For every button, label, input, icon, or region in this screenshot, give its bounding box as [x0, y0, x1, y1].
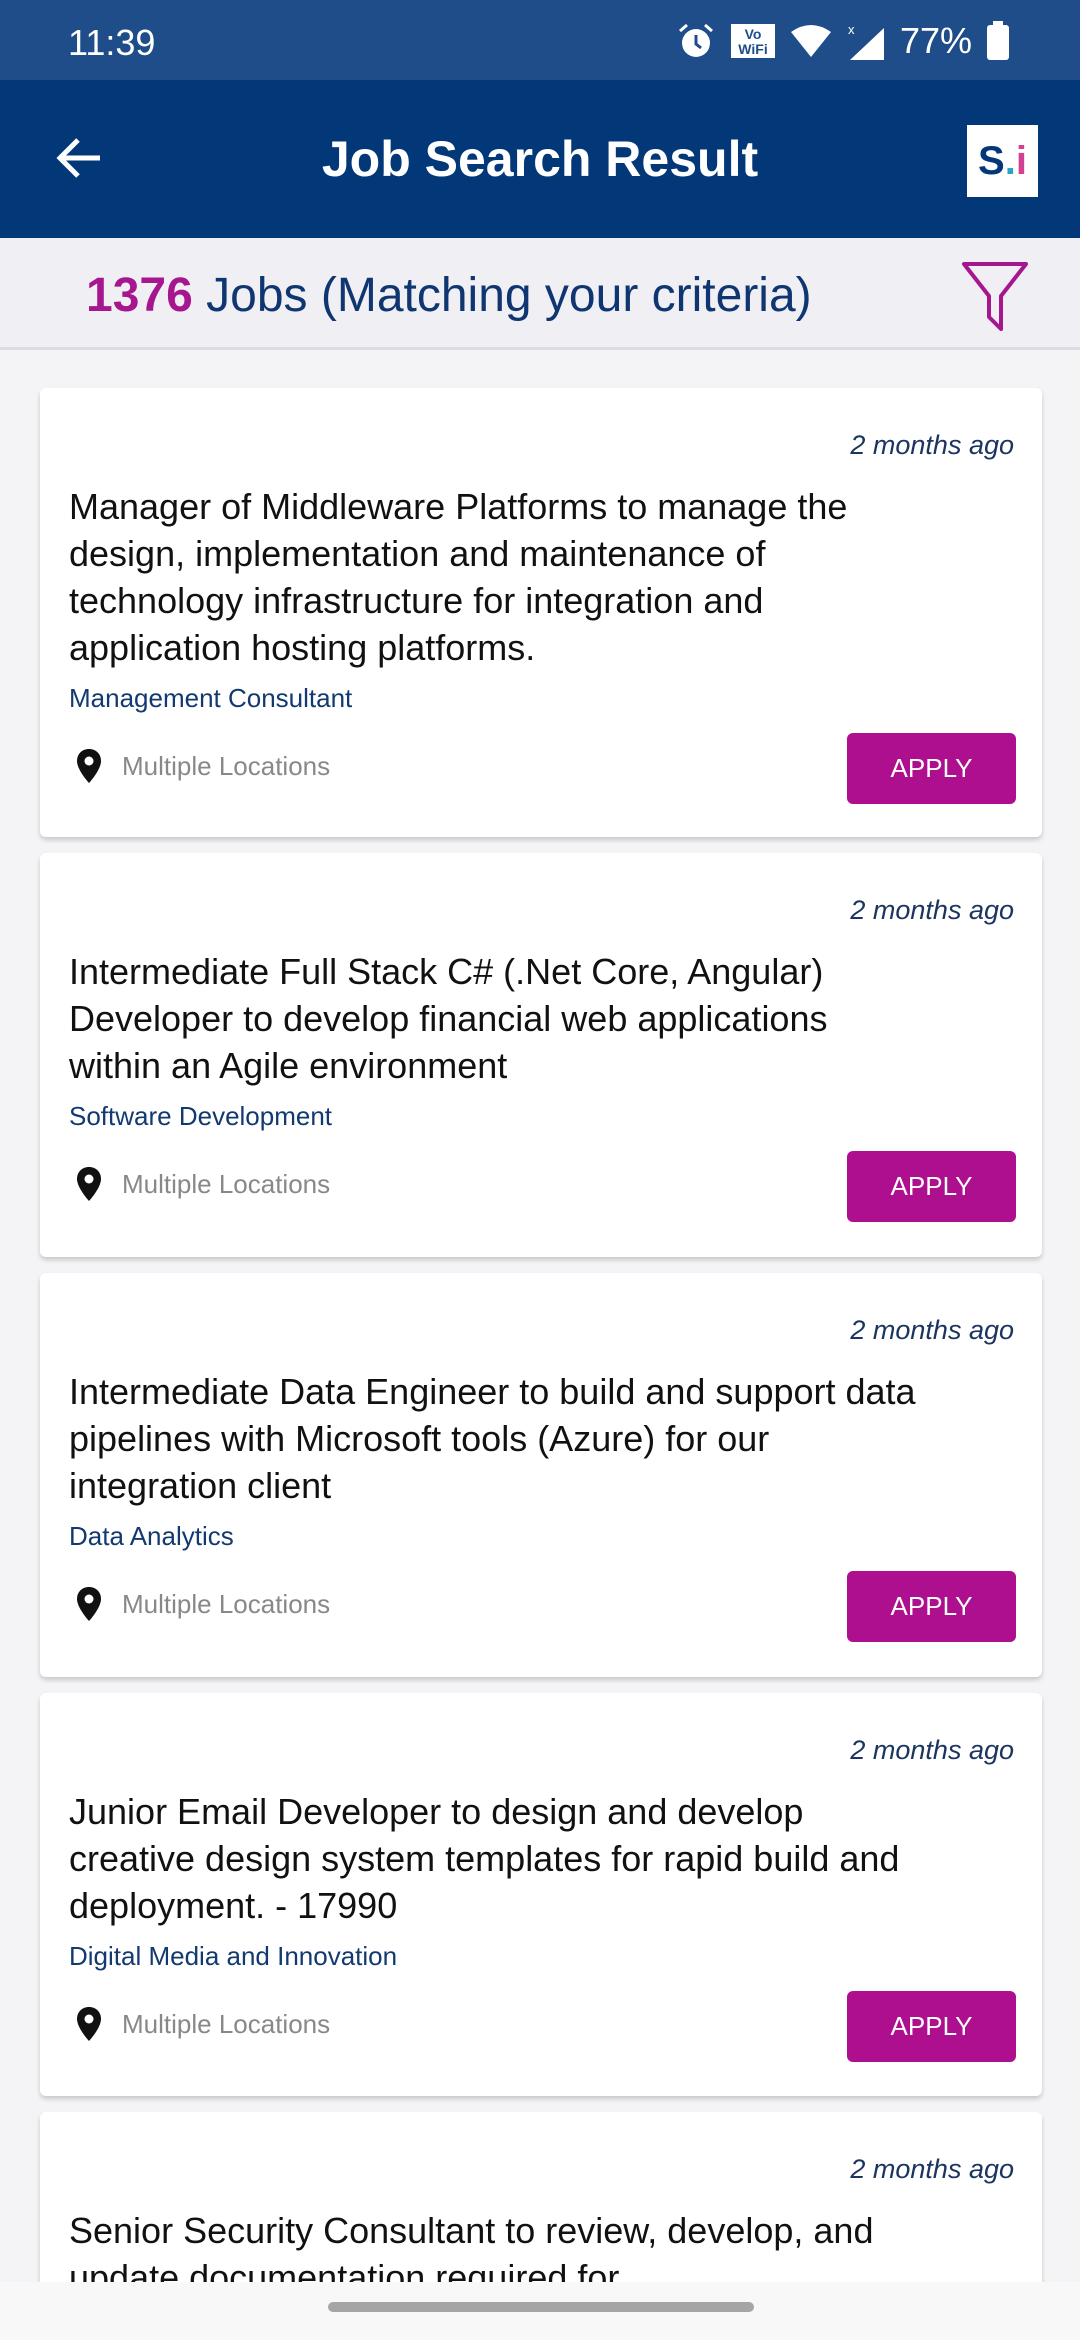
posted-time: 2 months ago: [850, 1735, 1014, 1765]
status-bar: 11:39 Vo WiFi x 77%: [0, 0, 1080, 80]
posted-time: 2 months ago: [850, 430, 1014, 460]
battery-percent: 77%: [899, 20, 972, 61]
job-title[interactable]: Junior Email Developer to design and dev…: [69, 1788, 929, 1929]
results-count: 1376: [86, 269, 193, 322]
posted-time: 2 months ago: [850, 1315, 1014, 1345]
job-location: Multiple Locations: [76, 2006, 330, 2042]
results-summary: 1376 Jobs (Matching your criteria): [0, 238, 1080, 350]
job-list[interactable]: 2 months ago Manager of Middleware Platf…: [0, 350, 1080, 2282]
job-location: Multiple Locations: [76, 748, 330, 784]
job-location: Multiple Locations: [76, 1166, 330, 1202]
job-card[interactable]: 2 months ago Intermediate Data Engineer …: [40, 1273, 1042, 1677]
job-title[interactable]: Senior Security Consultant to review, de…: [69, 2207, 929, 2282]
apply-button[interactable]: APPLY: [847, 1151, 1016, 1222]
navigation-bar: [0, 2282, 1080, 2340]
job-title[interactable]: Intermediate Full Stack C# (.Net Core, A…: [69, 948, 929, 1089]
posted-time: 2 months ago: [850, 895, 1014, 925]
job-category: Data Analytics: [69, 1521, 234, 1551]
apply-button[interactable]: APPLY: [847, 733, 1016, 804]
job-card[interactable]: 2 months ago Junior Email Developer to d…: [40, 1693, 1042, 2096]
signal-icon: x: [848, 22, 884, 60]
job-title[interactable]: Intermediate Data Engineer to build and …: [69, 1368, 929, 1509]
posted-time: 2 months ago: [850, 2154, 1014, 2184]
app-bar: Job Search Result S.i: [0, 80, 1080, 238]
job-location: Multiple Locations: [76, 1586, 330, 1622]
svg-text:x: x: [848, 22, 855, 37]
location-pin-icon: [77, 1587, 101, 1621]
job-title[interactable]: Manager of Middleware Platforms to manag…: [69, 483, 929, 671]
job-card[interactable]: 2 months ago Manager of Middleware Platf…: [40, 388, 1042, 837]
apply-button[interactable]: APPLY: [847, 1991, 1016, 2062]
location-pin-icon: [77, 1167, 101, 1201]
logo: S.i: [967, 125, 1038, 197]
apply-button[interactable]: APPLY: [847, 1571, 1016, 1642]
svg-text:WiFi: WiFi: [738, 41, 767, 57]
location-pin-icon: [77, 2007, 101, 2041]
svg-text:Vo: Vo: [745, 26, 762, 42]
vowifi-icon: VoWiFi: [730, 24, 775, 58]
page-title: Job Search Result: [321, 131, 759, 187]
location-pin-icon: [77, 749, 101, 783]
job-category: Software Development: [69, 1101, 333, 1131]
wifi-icon: [790, 25, 831, 57]
job-card[interactable]: 2 months ago Intermediate Full Stack C# …: [40, 853, 1042, 1257]
results-count-text: 1376 Jobs (Matching your criteria): [86, 269, 812, 322]
filter-icon[interactable]: [960, 260, 1030, 332]
job-card[interactable]: 2 months ago Senior Security Consultant …: [40, 2112, 1042, 2282]
battery-icon: [987, 21, 1009, 60]
home-gesture-handle[interactable]: [328, 2302, 754, 2312]
alarm-icon: [678, 23, 713, 57]
job-category: Digital Media and Innovation: [69, 1941, 398, 1971]
job-category: Management Consultant: [69, 683, 353, 713]
clock: 11:39: [68, 22, 156, 63]
